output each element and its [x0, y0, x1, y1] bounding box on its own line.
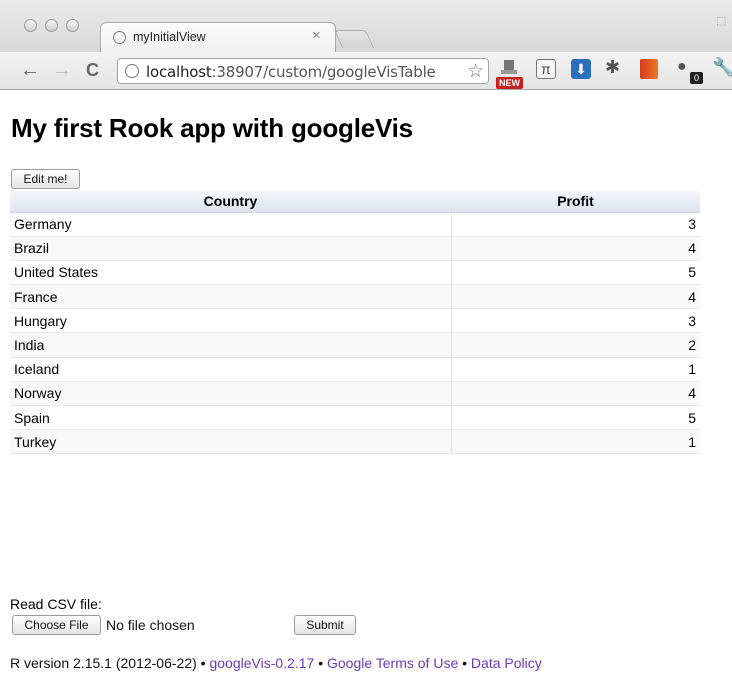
submit-button[interactable]: Submit [294, 615, 356, 635]
table-row[interactable]: Iceland 1 [10, 357, 700, 382]
new-badge: NEW [496, 77, 523, 89]
fullscreen-icon[interactable]: ⬚ [716, 14, 726, 27]
profit-cell: 5 [451, 260, 700, 286]
profit-cell: 4 [451, 381, 700, 407]
bug-icon[interactable]: ✱ [605, 57, 620, 78]
separator: • [462, 655, 468, 671]
browser-tab[interactable]: myInitialView × [100, 22, 336, 52]
terms-of-use-link[interactable]: Google Terms of Use [327, 655, 458, 671]
country-cell: Norway [10, 381, 452, 407]
r-version-text: R version 2.15.1 (2012-06-22) [10, 655, 197, 671]
profit-cell: 3 [451, 308, 700, 334]
tab-close-icon[interactable]: × [312, 27, 321, 44]
profit-cell: 2 [451, 332, 700, 358]
column-header-profit[interactable]: Profit [451, 191, 700, 213]
spy-icon[interactable]: ● [677, 58, 687, 76]
edit-me-button[interactable]: Edit me! [11, 169, 80, 189]
url-path: :38907/custom/googleVisTable [211, 63, 436, 81]
table-row[interactable]: Norway 4 [10, 381, 700, 407]
csv-upload-label: Read CSV file: [10, 596, 102, 612]
country-cell: Brazil [10, 236, 452, 261]
zoom-window-button[interactable] [66, 19, 79, 32]
close-window-button[interactable] [24, 19, 37, 32]
globe-icon [125, 64, 139, 78]
table-row[interactable]: India 2 [10, 332, 700, 358]
minimize-window-button[interactable] [45, 19, 58, 32]
country-cell: India [10, 332, 452, 358]
country-cell: United States [10, 260, 452, 286]
pi-icon[interactable]: π [536, 59, 556, 79]
address-bar[interactable]: localhost:38907/custom/googleVisTable ☆ [117, 58, 489, 84]
badge-count: 0 [690, 72, 703, 84]
wrench-icon[interactable]: 🔧 [712, 57, 732, 78]
table-row[interactable]: Spain 5 [10, 405, 700, 431]
browser-titlebar: myInitialView × ⬚ [0, 0, 732, 52]
table-row[interactable]: France 4 [10, 284, 700, 310]
table-row[interactable]: Germany 3 [10, 212, 700, 237]
book-icon[interactable] [640, 59, 658, 79]
bookmark-star-icon[interactable]: ☆ [467, 60, 484, 83]
table-row[interactable]: Hungary 3 [10, 308, 700, 334]
country-cell: Turkey [10, 429, 452, 455]
profit-cell: 1 [451, 429, 700, 455]
profit-cell: 3 [451, 212, 700, 237]
download-tray-icon [501, 60, 517, 74]
reload-icon[interactable]: C [86, 59, 99, 81]
tab-title: myInitialView [133, 30, 206, 44]
forward-arrow-icon[interactable]: → [52, 59, 72, 81]
choose-file-button[interactable]: Choose File [12, 615, 101, 635]
country-cell: Hungary [10, 308, 452, 334]
extension-recycle-icon[interactable] [498, 58, 520, 76]
url-host: localhost [146, 63, 212, 81]
country-cell: Iceland [10, 357, 452, 382]
table-row[interactable]: Turkey 1 [10, 429, 700, 455]
table-row[interactable]: United States 5 [10, 260, 700, 286]
footer: R version 2.15.1 (2012-06-22) • googleVi… [10, 655, 542, 671]
googlevis-link[interactable]: googleVis-0.2.17 [209, 655, 314, 671]
column-header-country[interactable]: Country [10, 191, 451, 213]
separator: • [200, 655, 206, 671]
download-arrow-icon[interactable]: ⬇ [571, 59, 591, 79]
table-header-row: Country Profit [10, 191, 700, 213]
new-tab-button[interactable] [333, 30, 375, 48]
profit-cell: 4 [451, 236, 700, 261]
country-cell: France [10, 284, 452, 310]
profit-cell: 1 [451, 357, 700, 382]
url-text: localhost:38907/custom/googleVisTable [146, 63, 436, 81]
browser-toolbar: ← → C localhost:38907/custom/googleVisTa… [0, 52, 732, 90]
no-file-status: No file chosen [106, 617, 195, 633]
country-cell: Germany [10, 212, 452, 237]
data-table: Country Profit Germany 3 Brazil 4 United… [10, 191, 700, 455]
table-row[interactable]: Brazil 4 [10, 236, 700, 261]
separator: • [318, 655, 324, 671]
profit-cell: 5 [451, 405, 700, 431]
page-title: My first Rook app with googleVis [11, 113, 413, 143]
country-cell: Spain [10, 405, 452, 431]
profit-cell: 4 [451, 284, 700, 310]
back-arrow-icon[interactable]: ← [20, 59, 40, 81]
data-policy-link[interactable]: Data Policy [471, 655, 542, 671]
globe-icon [113, 31, 126, 44]
